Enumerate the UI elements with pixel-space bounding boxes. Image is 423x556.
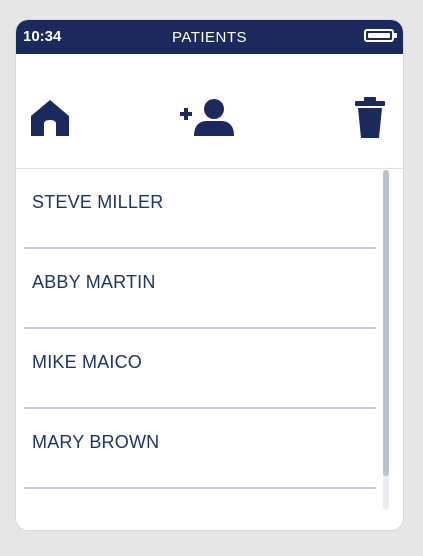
- scrollbar-thumb[interactable]: [383, 170, 389, 476]
- home-icon: [31, 100, 69, 136]
- battery-icon: [364, 29, 397, 42]
- home-button[interactable]: [28, 96, 72, 140]
- divider: [24, 487, 376, 489]
- page-title: PATIENTS: [171, 29, 248, 46]
- patient-name: MIKE MAICO: [32, 352, 143, 372]
- add-user-icon: [180, 99, 234, 136]
- patient-list-item[interactable]: MIKE MAICO: [24, 329, 376, 409]
- delete-button[interactable]: [350, 96, 394, 140]
- patient-list-item[interactable]: ABBY MARTIN: [24, 249, 376, 329]
- scrollbar-track[interactable]: [383, 170, 389, 510]
- add-patient-button[interactable]: [180, 96, 234, 140]
- patient-name: ABBY MARTIN: [32, 272, 156, 292]
- patient-name: MARY BROWN: [32, 432, 160, 452]
- toolbar: [16, 54, 403, 169]
- trash-icon: [355, 97, 385, 138]
- battery-level: [368, 33, 390, 38]
- patient-list-item[interactable]: STEVE MILLER: [24, 169, 376, 249]
- patient-list-item[interactable]: MARY BROWN: [24, 409, 376, 489]
- status-bar: 10:34 PATIENTS: [16, 20, 403, 54]
- patient-name: STEVE MILLER: [32, 192, 164, 212]
- phone-screen: 10:34 PATIENTS STEVE MILLER ABBY MARTIN …: [16, 20, 403, 530]
- patient-list: STEVE MILLER ABBY MARTIN MIKE MAICO MARY…: [16, 169, 403, 530]
